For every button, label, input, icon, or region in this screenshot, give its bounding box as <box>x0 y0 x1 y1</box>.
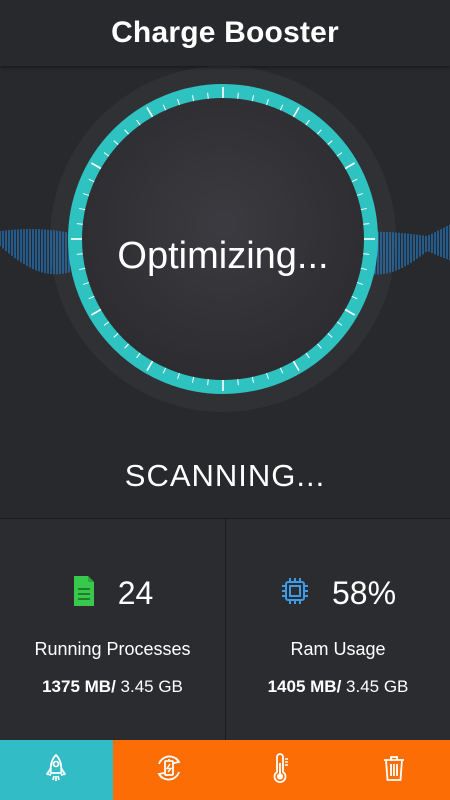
rocket-icon <box>43 753 69 788</box>
processes-used: 1375 MB/ <box>42 677 116 696</box>
ram-used: 1405 MB/ <box>267 677 342 696</box>
app-title: Charge Booster <box>111 16 339 49</box>
ring-tick <box>207 92 209 99</box>
bottom-nav <box>0 740 450 800</box>
ram-stat: 58% Ram Usage 1405 MB/ 3.45 GB <box>225 519 450 741</box>
nav-junk-cleaner[interactable] <box>337 740 450 800</box>
processes-stat: 24 Running Processes 1375 MB/ 3.45 GB <box>0 519 225 741</box>
ram-label: Ram Usage <box>290 639 386 659</box>
optimizer-graphic: Optimizing... <box>0 66 450 412</box>
battery-refresh-icon <box>153 752 185 789</box>
nav-battery-saver[interactable] <box>112 740 225 800</box>
ring-tick <box>207 379 209 386</box>
processes-count: 24 <box>117 575 154 611</box>
processes-memory: 1375 MB/ 3.45 GB <box>0 677 225 697</box>
ring-tick <box>237 92 239 99</box>
nav-boost[interactable] <box>0 740 113 800</box>
optimizing-text: Optimizing... <box>117 235 328 277</box>
ram-memory: 1405 MB/ 3.45 GB <box>226 677 450 697</box>
ring-tick <box>76 223 83 225</box>
ring-tick <box>76 253 83 255</box>
stats-panel: 24 Running Processes 1375 MB/ 3.45 GB 58… <box>0 518 450 741</box>
app-screen: Charge Booster Optimizing... SCANNING... <box>0 0 450 800</box>
nav-cpu-cooler[interactable] <box>225 740 338 800</box>
scanning-status: SCANNING... <box>124 458 326 493</box>
cpu-chip-icon <box>280 576 310 611</box>
optimizer-panel: Optimizing... SCANNING... <box>0 66 450 518</box>
ring-tick <box>237 379 239 386</box>
ring-tick <box>363 253 370 255</box>
ram-percent: 58% <box>331 575 397 611</box>
thermometer-icon <box>270 752 292 789</box>
ring-tick <box>363 223 370 225</box>
trash-icon <box>381 753 407 788</box>
processes-total: 3.45 GB <box>115 677 183 696</box>
processes-label: Running Processes <box>34 639 191 659</box>
ram-total: 3.45 GB <box>341 677 409 696</box>
document-icon <box>72 575 96 612</box>
app-header: Charge Booster <box>0 0 450 66</box>
